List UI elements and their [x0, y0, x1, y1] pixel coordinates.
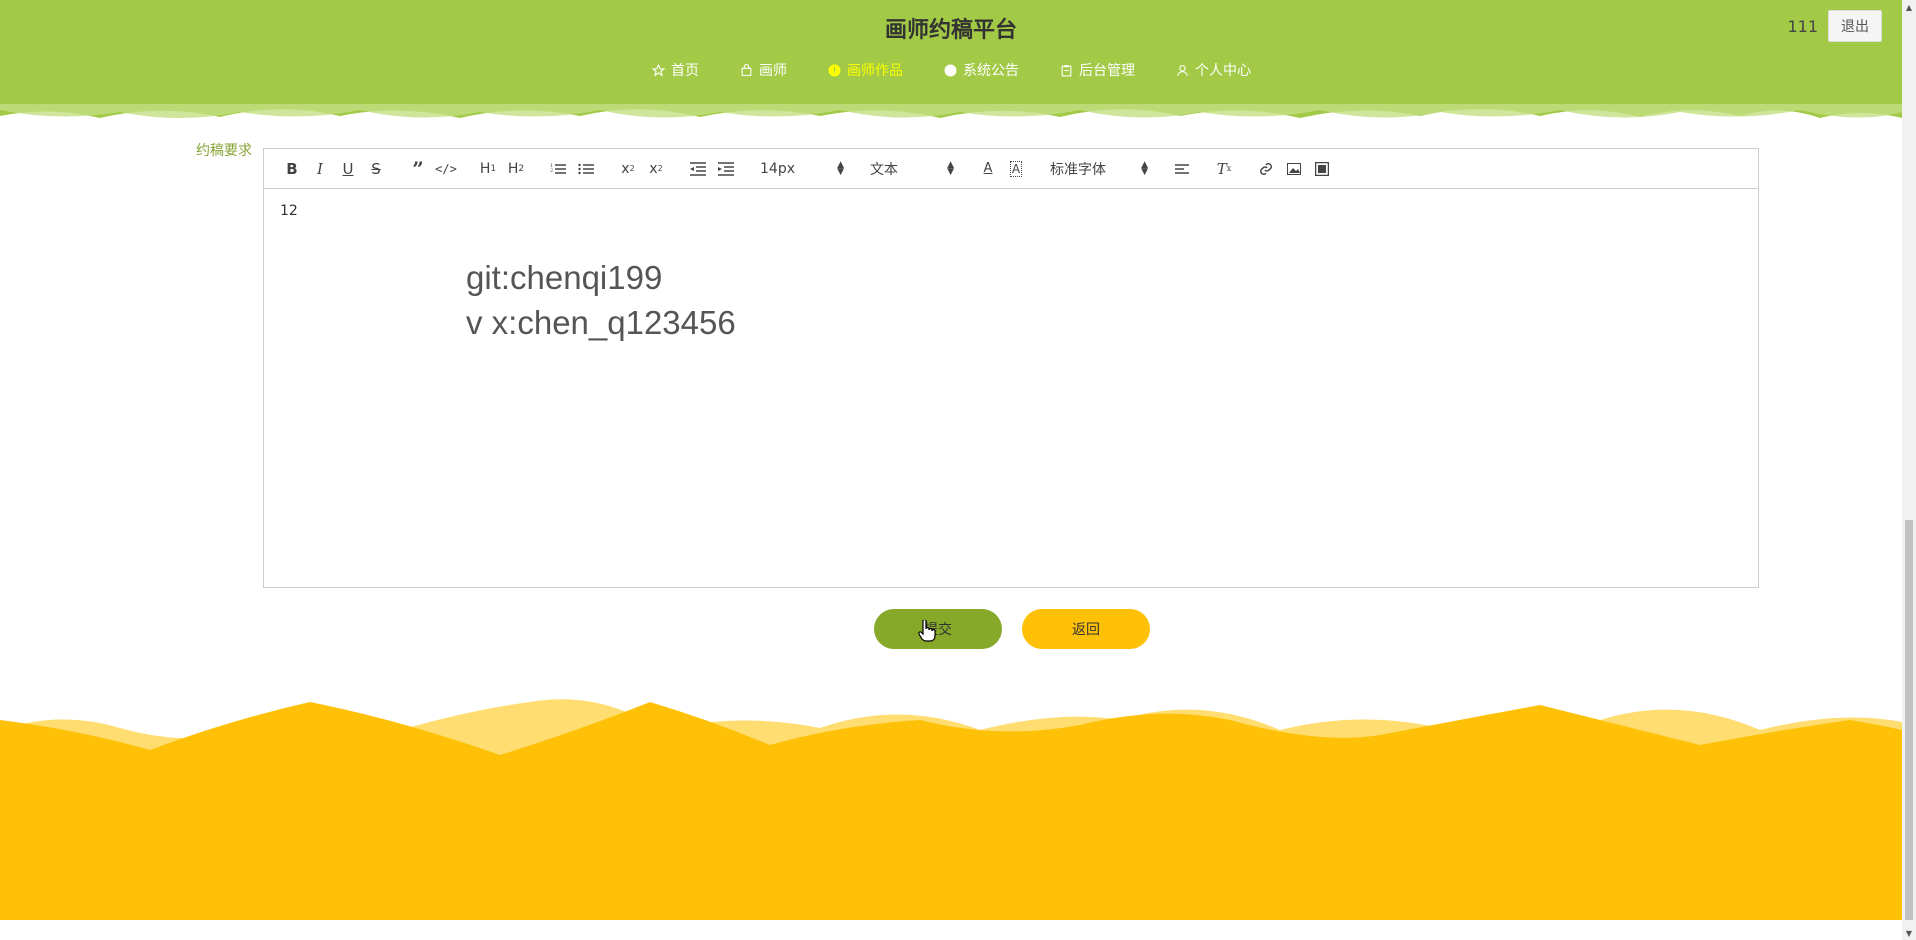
font-family-value: 标准字体: [1050, 161, 1106, 178]
select-arrows-icon: ▲ ▼: [837, 159, 844, 177]
rich-text-editor[interactable]: B I U S ” </> H1 H2 12 x2 x2 14px ▲ ▼ 文本…: [263, 148, 1759, 588]
header-format-select[interactable]: 文本 ▲ ▼: [864, 159, 960, 179]
back-button[interactable]: 返回: [1022, 609, 1150, 649]
nav-item-label: 首页: [671, 63, 699, 79]
font-size-value: 14px: [760, 160, 795, 177]
align-left-icon[interactable]: [1168, 155, 1196, 183]
background-color-icon[interactable]: A: [1002, 155, 1030, 183]
ordered-list-icon[interactable]: 12: [544, 155, 572, 183]
nav-item-artists[interactable]: 画师: [739, 60, 787, 80]
underline-button[interactable]: U: [334, 155, 362, 183]
subscript-button[interactable]: x2: [614, 155, 642, 183]
scroll-thumb[interactable]: [1905, 520, 1913, 920]
footer-wave: [0, 690, 1902, 920]
italic-button[interactable]: I: [306, 155, 334, 183]
nav-item-label: 个人中心: [1195, 63, 1251, 79]
scroll-down-arrow-icon[interactable]: ▼: [1902, 926, 1916, 940]
heading1-button[interactable]: H1: [474, 155, 502, 183]
username-label: 111: [1787, 16, 1818, 36]
bold-button[interactable]: B: [278, 155, 306, 183]
watermark-line: git:chenqi199: [466, 259, 663, 296]
user-area: 111 退出: [1787, 10, 1882, 42]
watermark-text: git:chenqi199 v x:chen_q123456: [466, 255, 736, 345]
nav-item-home[interactable]: 首页: [651, 60, 699, 80]
video-icon[interactable]: [1308, 155, 1336, 183]
indent-icon[interactable]: [712, 155, 740, 183]
user-icon: [1175, 63, 1189, 77]
vertical-scrollbar[interactable]: ▲ ▼: [1902, 0, 1916, 940]
select-arrows-icon: ▲ ▼: [1141, 159, 1148, 177]
editor-content[interactable]: 12: [264, 189, 1758, 233]
bag-icon: [739, 63, 753, 77]
watermark-line: v x:chen_q123456: [466, 304, 736, 341]
code-block-icon[interactable]: </>: [432, 155, 460, 183]
star-icon: [651, 63, 665, 77]
header-format-value: 文本: [870, 161, 898, 178]
blockquote-icon[interactable]: ”: [404, 155, 432, 183]
scroll-up-arrow-icon[interactable]: ▲: [1902, 0, 1916, 14]
footer-wave-background: [0, 699, 1902, 920]
font-size-select[interactable]: 14px ▲ ▼: [754, 159, 850, 177]
strikethrough-button[interactable]: S: [362, 155, 390, 183]
requirement-label: 约稿要求: [196, 143, 252, 159]
nav-item-label: 画师作品: [847, 63, 903, 79]
submit-button[interactable]: 提交: [874, 609, 1002, 649]
logout-button[interactable]: 退出: [1828, 10, 1882, 42]
site-title: 画师约稿平台: [884, 18, 1017, 43]
font-family-select[interactable]: 标准字体 ▲ ▼: [1044, 159, 1154, 179]
nav-item-artist-works[interactable]: 画师作品: [827, 60, 903, 80]
outdent-icon[interactable]: [684, 155, 712, 183]
nav-item-admin[interactable]: 后台管理: [1059, 60, 1135, 80]
nav-item-label: 画师: [759, 63, 787, 79]
nav-item-announcements[interactable]: 系统公告: [943, 60, 1019, 80]
bullet-list-icon[interactable]: [572, 155, 600, 183]
image-icon[interactable]: [1280, 155, 1308, 183]
clear-format-icon[interactable]: Tx: [1210, 155, 1238, 183]
hand-pointer-cursor-icon: [918, 618, 936, 646]
select-arrows-icon: ▲ ▼: [947, 159, 954, 177]
nav-item-profile[interactable]: 个人中心: [1175, 60, 1251, 80]
superscript-button[interactable]: x2: [642, 155, 670, 183]
link-icon[interactable]: [1252, 155, 1280, 183]
main-nav: 首页 画师 画师作品 系统公告 后台管理 个人中心: [0, 60, 1902, 80]
header: 画师约稿平台 111 退出 首页 画师 画师作品 系统公告 后台管理 个人中心: [0, 0, 1902, 128]
font-color-icon[interactable]: A: [974, 155, 1002, 183]
nav-item-label: 后台管理: [1079, 63, 1135, 79]
svg-text:2: 2: [550, 168, 553, 174]
clipboard-icon: [1059, 63, 1073, 77]
editor-toolbar: B I U S ” </> H1 H2 12 x2 x2 14px ▲ ▼ 文本…: [264, 149, 1758, 189]
heading2-button[interactable]: H2: [502, 155, 530, 183]
info-circle-icon: [827, 63, 841, 77]
circle-icon: [943, 63, 957, 77]
editor-content-text: 12: [280, 203, 298, 219]
nav-item-label: 系统公告: [963, 63, 1019, 79]
